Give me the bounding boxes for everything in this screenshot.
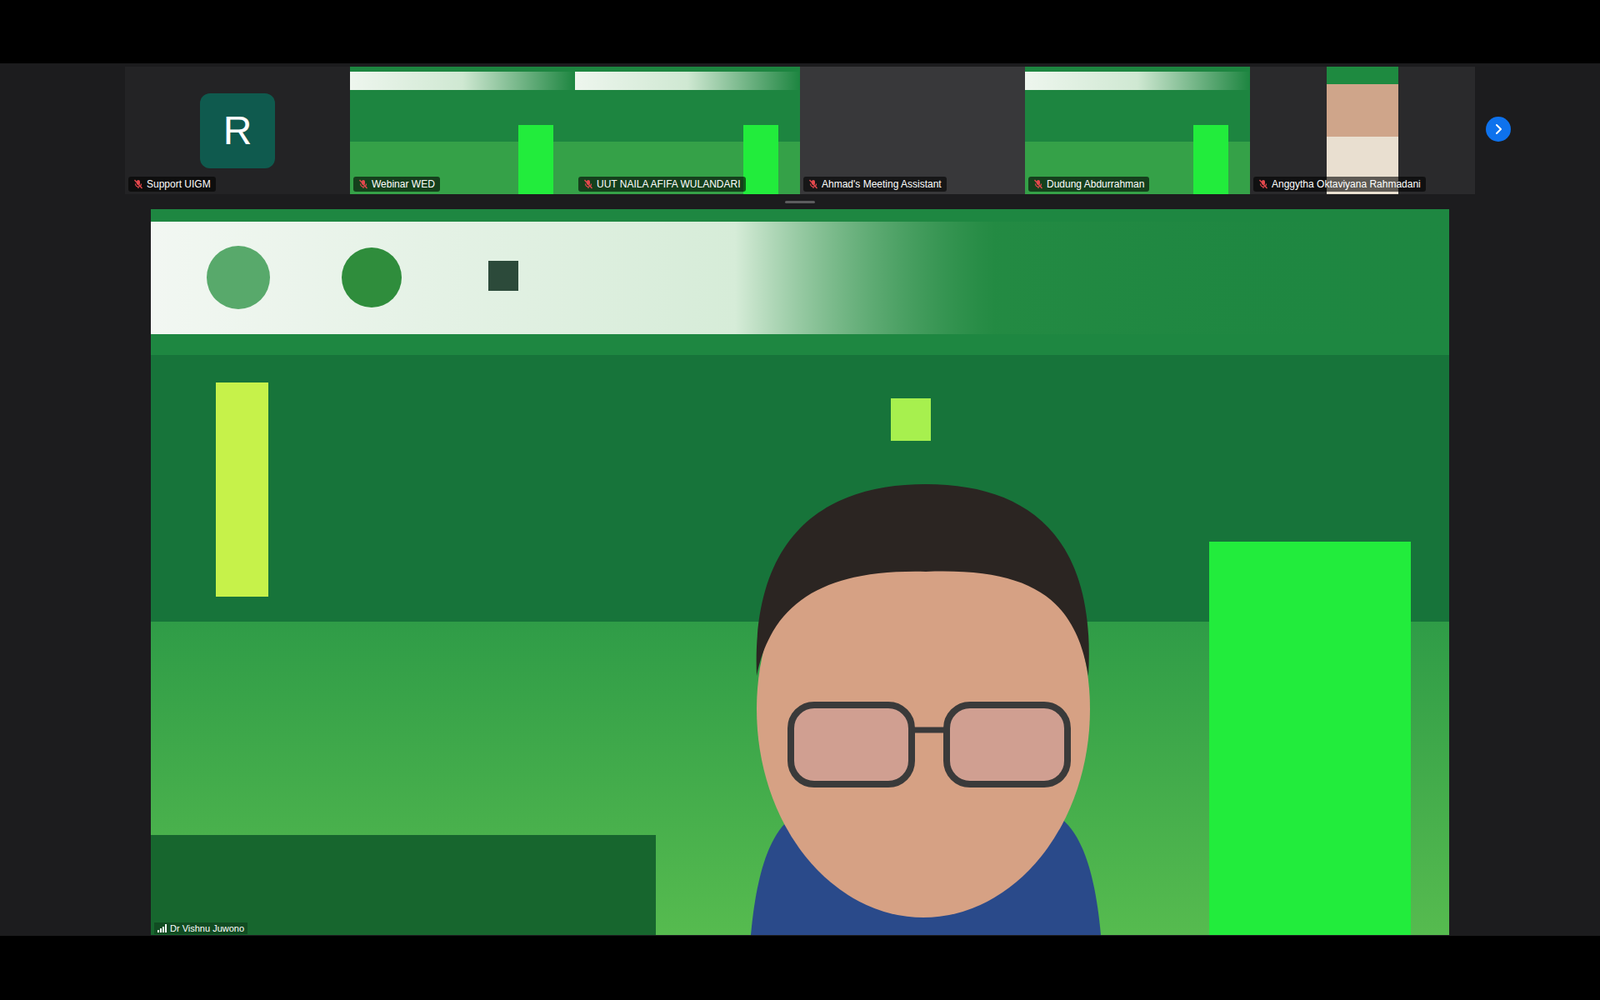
- mic-muted-icon: [1258, 179, 1269, 190]
- participant-tile[interactable]: Anggytha Oktaviyana Rahmadani: [1250, 66, 1475, 195]
- participant-label: Dudung Abdurrahman: [1028, 176, 1150, 192]
- participant-tile[interactable]: R Support UIGM: [125, 66, 350, 195]
- video-bar-block: [743, 125, 779, 195]
- participant-label: Anggytha Oktaviyana Rahmadani: [1253, 176, 1426, 192]
- participant-label: UUT NAILA AFIFA WULANDARI: [578, 176, 746, 192]
- participant-tile[interactable]: Dudung Abdurrahman: [1025, 66, 1250, 195]
- video-header-block: [1025, 71, 1250, 90]
- speaker-label: Dr Vishnu Juwono: [154, 922, 248, 935]
- video-header-block: [575, 71, 800, 90]
- next-page-button[interactable]: [1485, 116, 1511, 142]
- participant-tile[interactable]: Webinar WED: [350, 66, 575, 195]
- bottom-bar: [0, 935, 1600, 1000]
- meeting-window: R Support UIGM Webinar WED UUT NAILA AFI…: [0, 0, 1600, 1000]
- resize-handle[interactable]: [785, 200, 815, 204]
- video-header-block: [350, 71, 575, 90]
- participant-label: Support UIGM: [128, 176, 216, 192]
- participant-label: Ahmad's Meeting Assistant: [803, 176, 947, 192]
- meeting-stage: R Support UIGM Webinar WED UUT NAILA AFI…: [0, 63, 1600, 936]
- participant-tile[interactable]: UUT NAILA AFIFA WULANDARI: [575, 66, 800, 195]
- participant-label: Webinar WED: [353, 176, 440, 192]
- mic-muted-icon: [133, 179, 144, 190]
- video-bar-block: [1193, 125, 1229, 195]
- mic-muted-icon: [583, 179, 594, 190]
- mic-muted-icon: [1033, 179, 1044, 190]
- top-bar: [0, 0, 1600, 64]
- participant-tile[interactable]: Ahmad's Meeting Assistant: [800, 66, 1025, 195]
- video-bar-block: [518, 125, 554, 195]
- avatar: R: [200, 93, 275, 169]
- mic-muted-icon: [358, 179, 369, 190]
- gallery-strip: R Support UIGM Webinar WED UUT NAILA AFI…: [0, 63, 1600, 195]
- mic-muted-icon: [808, 179, 819, 190]
- camera-video: [1326, 66, 1399, 195]
- speaker-video: Dr Vishnu Juwono: [150, 209, 1450, 935]
- chevron-right-icon: [1492, 123, 1505, 135]
- video-frame: [150, 209, 1450, 935]
- resize-handle-row: [0, 194, 1600, 210]
- signal-bars-icon: [157, 924, 167, 933]
